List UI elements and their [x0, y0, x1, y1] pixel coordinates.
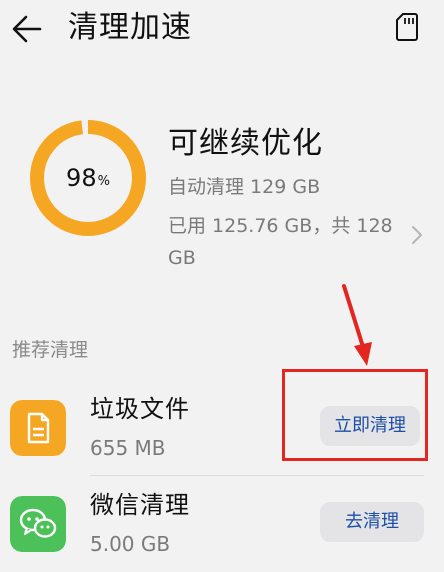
- app-bar: 清理加速: [0, 0, 444, 58]
- storage-summary[interactable]: 98% 可继续优化 自动清理 129 GB 已用 125.76 GB，共 128…: [0, 100, 444, 290]
- item-name: 微信清理: [90, 491, 190, 519]
- arrow-left-icon[interactable]: [10, 12, 44, 46]
- storage-percent-symbol: %: [97, 173, 110, 189]
- item-size: 655 MB: [90, 436, 166, 460]
- chevron-right-icon[interactable]: [410, 224, 424, 246]
- annotation-highlight-box: [282, 369, 428, 461]
- item-name: 垃圾文件: [90, 395, 190, 423]
- used-storage-text: 已用 125.76 GB，共 128 GB: [168, 215, 393, 269]
- wechat-icon: [10, 496, 66, 552]
- storage-percent: 98%: [28, 118, 148, 238]
- auto-clean-text: 自动清理 129 GB: [168, 176, 321, 198]
- item-size: 5.00 GB: [90, 532, 171, 556]
- list-item-wechat-clean[interactable]: 微信清理 5.00 GB 去清理: [0, 476, 444, 572]
- file-icon: [10, 400, 66, 456]
- storage-percent-value: 98: [66, 164, 97, 192]
- summary-headline: 可继续优化: [168, 126, 323, 161]
- sd-card-icon[interactable]: [396, 12, 418, 42]
- annotation-arrow: [342, 284, 372, 366]
- section-title-recommend: 推荐清理: [12, 339, 89, 361]
- go-clean-button[interactable]: 去清理: [320, 502, 424, 542]
- page-title: 清理加速: [68, 10, 192, 45]
